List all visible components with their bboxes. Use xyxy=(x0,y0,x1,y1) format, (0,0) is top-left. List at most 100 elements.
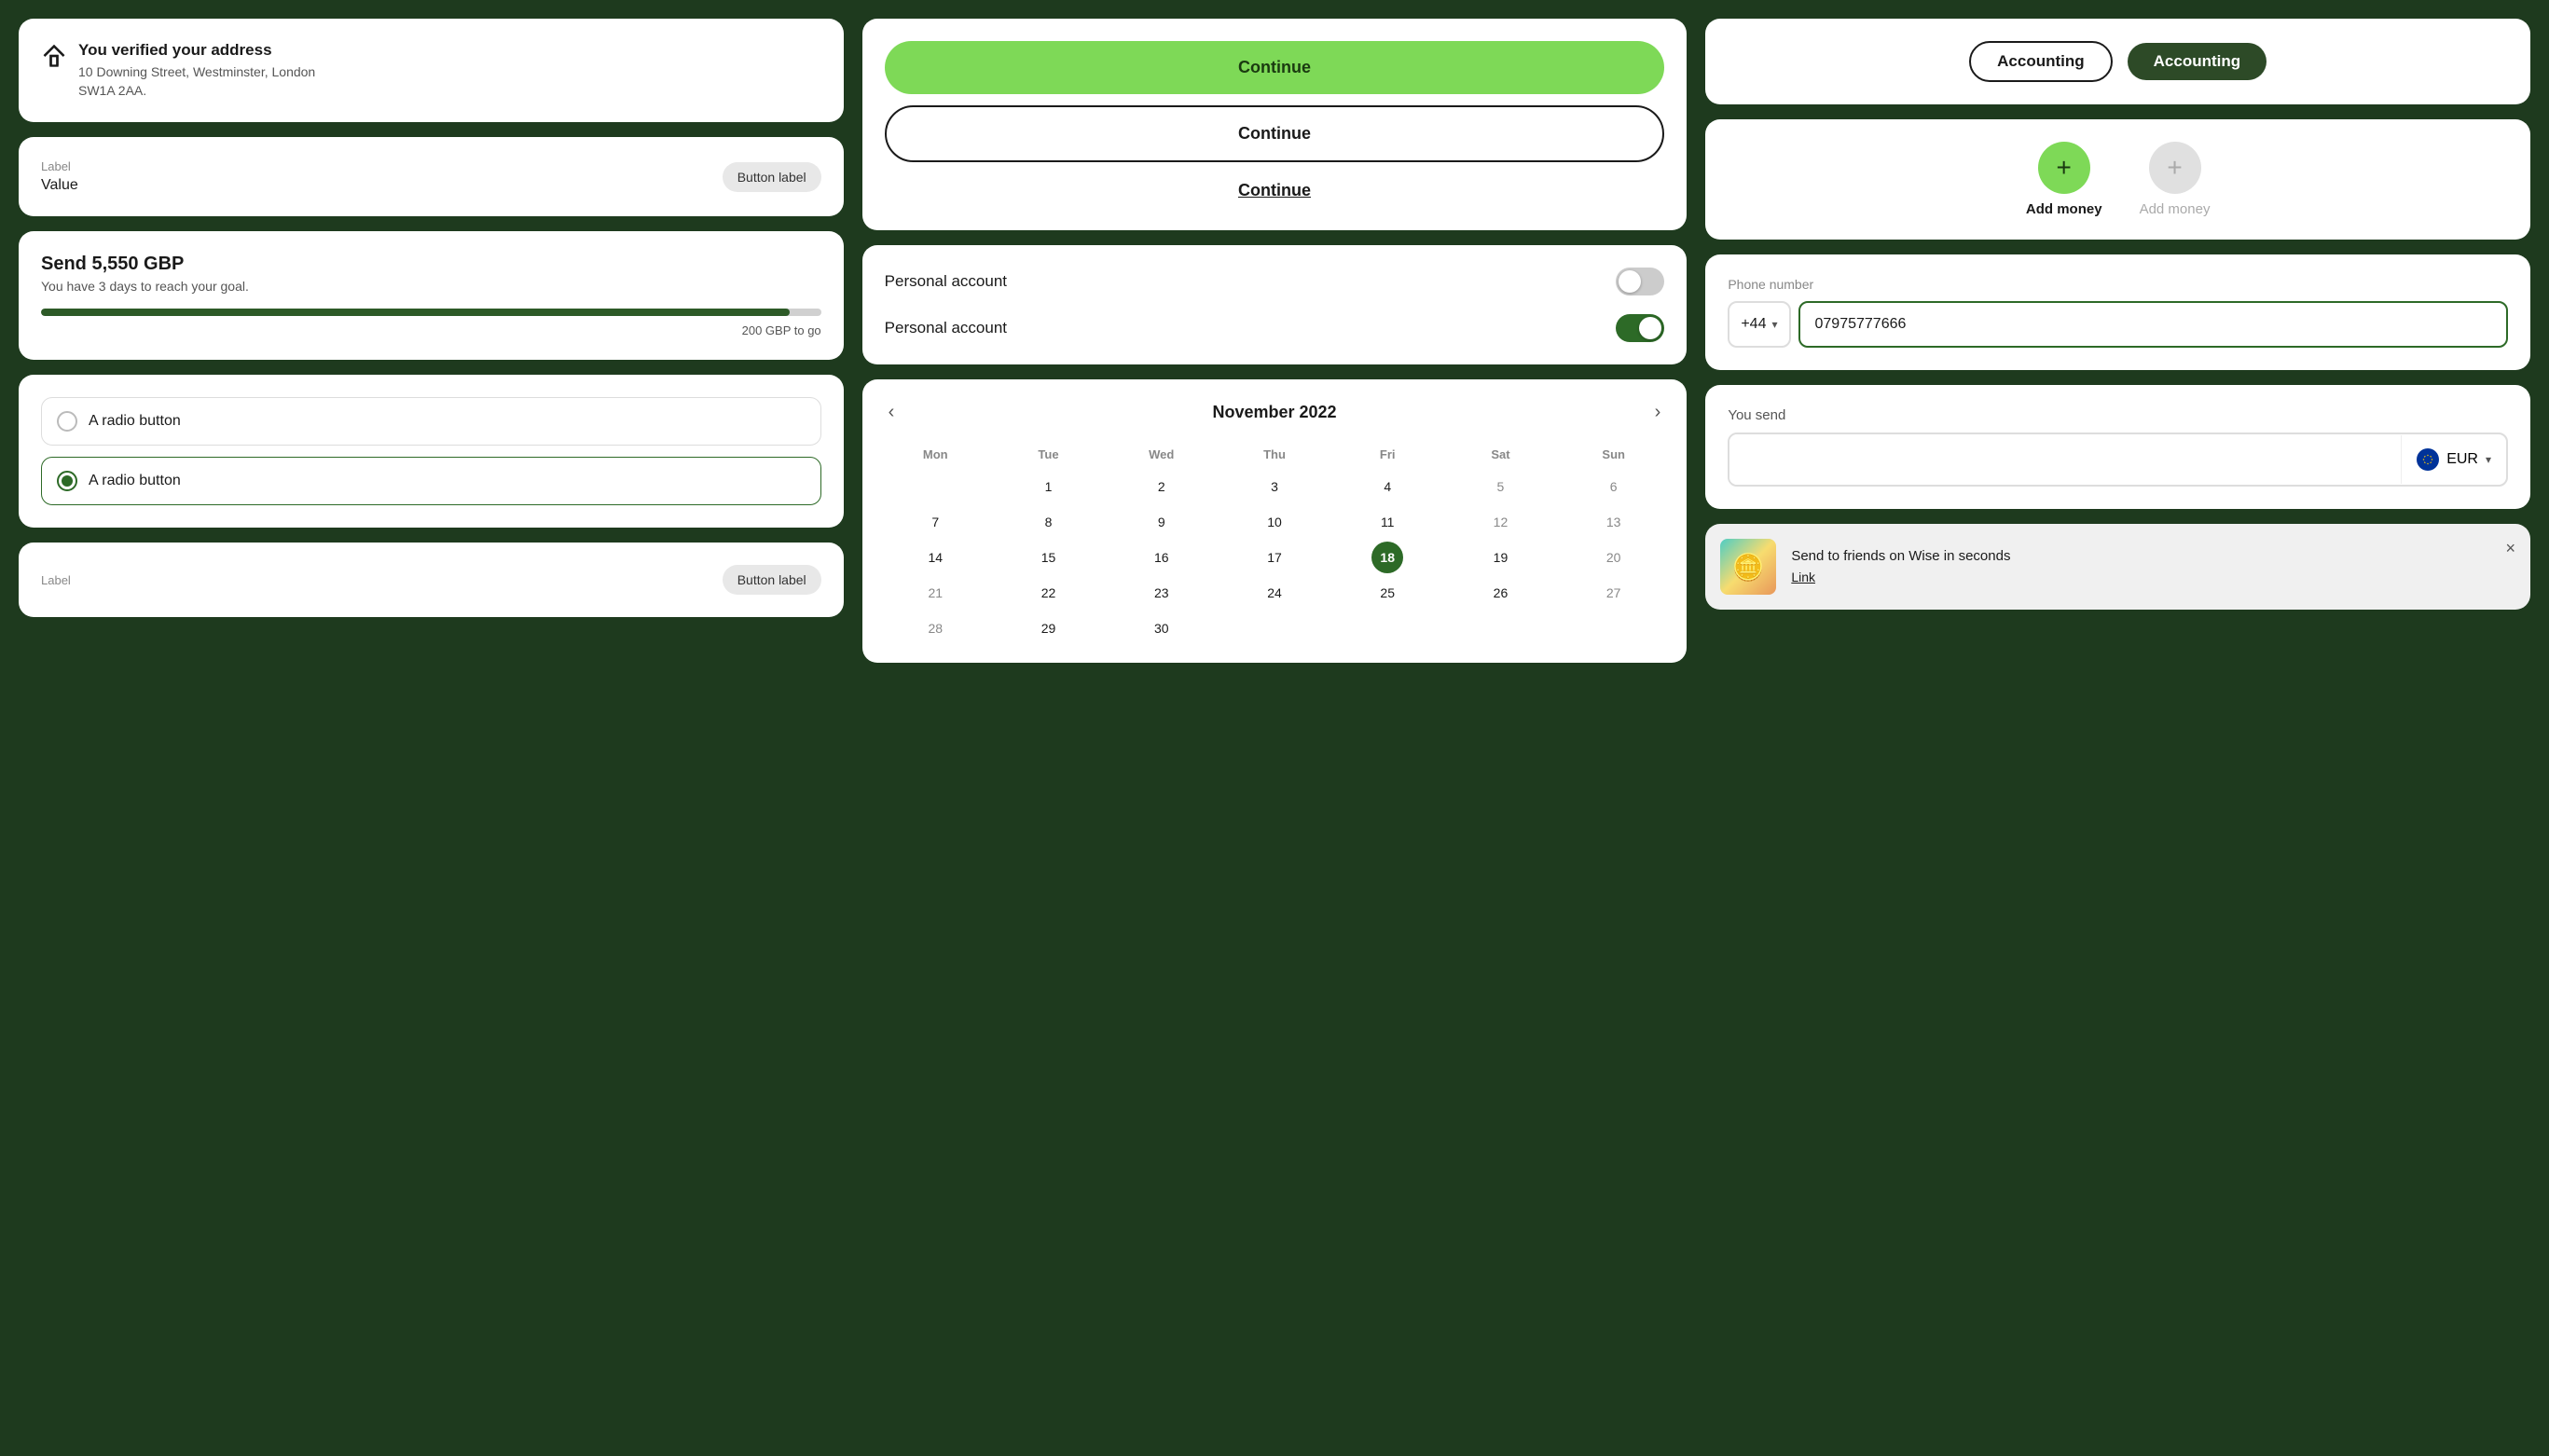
cal-day-3[interactable]: 3 xyxy=(1259,471,1290,502)
cal-header-wed: Wed xyxy=(1107,442,1216,467)
notification-card: 🪙 Send to friends on Wise in seconds Lin… xyxy=(1705,524,2530,610)
cal-day-2[interactable]: 2 xyxy=(1146,471,1178,502)
notification-link[interactable]: Link xyxy=(1791,570,1815,584)
address-title: You verified your address xyxy=(78,41,315,60)
cal-day-28[interactable]: 28 xyxy=(919,612,951,644)
calendar-prev-button[interactable]: ‹ xyxy=(881,398,902,427)
cal-day-empty-4 xyxy=(1484,612,1516,644)
cal-day-25[interactable]: 25 xyxy=(1371,577,1403,609)
you-send-card: You send xyxy=(1705,385,2530,509)
toggle-row-1: Personal account xyxy=(885,268,1665,295)
bottom-button-label-badge[interactable]: Button label xyxy=(723,565,821,595)
button-label-badge[interactable]: Button label xyxy=(723,162,821,192)
currency-selector[interactable]: EUR ▾ xyxy=(2401,435,2506,484)
cal-day-11[interactable]: 11 xyxy=(1371,506,1403,538)
cal-day-8[interactable]: 8 xyxy=(1033,506,1065,538)
add-money-active-item[interactable]: + Add money xyxy=(2026,142,2102,217)
house-icon xyxy=(41,43,67,69)
notification-text: Send to friends on Wise in seconds Link xyxy=(1791,548,2490,586)
progress-label: 200 GBP to go xyxy=(41,323,821,337)
add-money-inactive-label: Add money xyxy=(2140,201,2211,217)
cal-day-5[interactable]: 5 xyxy=(1484,471,1516,502)
toggle-switch-2[interactable] xyxy=(1616,314,1664,342)
cal-day-14[interactable]: 14 xyxy=(919,542,951,573)
continue-button-text[interactable]: Continue xyxy=(885,173,1665,208)
cal-day-6[interactable]: 6 xyxy=(1598,471,1630,502)
add-money-active-icon: + xyxy=(2038,142,2090,194)
toggle-knob-2 xyxy=(1639,317,1661,339)
cal-day-13[interactable]: 13 xyxy=(1598,506,1630,538)
continue-button-outline[interactable]: Continue xyxy=(885,105,1665,162)
progress-bar-container xyxy=(41,309,821,316)
eur-flag-icon xyxy=(2417,448,2439,471)
notification-title: Send to friends on Wise in seconds xyxy=(1791,548,2490,564)
cal-day-7[interactable]: 7 xyxy=(919,506,951,538)
radio-circle-2 xyxy=(57,471,77,491)
notification-image: 🪙 xyxy=(1720,539,1776,595)
radio-circle-1 xyxy=(57,411,77,432)
calendar-card: ‹ November 2022 › Mon Tue Wed Thu Fri Sa… xyxy=(862,379,1688,663)
cal-day-24[interactable]: 24 xyxy=(1259,577,1290,609)
cal-day-empty-3 xyxy=(1371,612,1403,644)
calendar-header: ‹ November 2022 › xyxy=(881,398,1669,427)
cal-day-15[interactable]: 15 xyxy=(1033,542,1065,573)
label-value-card: Label Value Button label xyxy=(19,137,844,216)
continue-button-filled[interactable]: Continue xyxy=(885,41,1665,94)
cal-day-23[interactable]: 23 xyxy=(1146,577,1178,609)
cal-day-27[interactable]: 27 xyxy=(1598,577,1630,609)
cal-day-16[interactable]: 16 xyxy=(1146,542,1178,573)
you-send-label: You send xyxy=(1728,407,2508,423)
currency-chevron-down-icon: ▾ xyxy=(2486,453,2491,466)
cal-day-17[interactable]: 17 xyxy=(1259,542,1290,573)
label-small: Label xyxy=(41,159,78,173)
cal-day-18[interactable]: 18 xyxy=(1371,542,1403,573)
cal-day-22[interactable]: 22 xyxy=(1033,577,1065,609)
amount-input[interactable] xyxy=(1729,434,2401,485)
toggle-row-2: Personal account xyxy=(885,314,1665,342)
cal-day-10[interactable]: 10 xyxy=(1259,506,1290,538)
notification-close-button[interactable]: × xyxy=(2505,539,2515,558)
phone-number-input[interactable] xyxy=(1798,301,2509,348)
add-money-inactive-item[interactable]: + Add money xyxy=(2140,142,2211,217)
currency-code: EUR xyxy=(2446,451,2478,468)
cal-day-19[interactable]: 19 xyxy=(1484,542,1516,573)
cal-day-30[interactable]: 30 xyxy=(1146,612,1178,644)
left-column: You verified your address 10 Downing Str… xyxy=(19,19,844,617)
bottom-label-small: Label xyxy=(41,573,71,587)
cal-day-26[interactable]: 26 xyxy=(1484,577,1516,609)
address-line1: 10 Downing Street, Westminster, London xyxy=(78,63,315,82)
accounting-outline-button[interactable]: Accounting xyxy=(1969,41,2113,82)
cal-day-20[interactable]: 20 xyxy=(1598,542,1630,573)
calendar-title: November 2022 xyxy=(1212,403,1336,422)
add-money-card: + Add money + Add money xyxy=(1705,119,2530,240)
radio-card: A radio button A radio button xyxy=(19,375,844,528)
address-card: You verified your address 10 Downing Str… xyxy=(19,19,844,122)
toggle-label-1: Personal account xyxy=(885,272,1007,291)
radio-option-1[interactable]: A radio button xyxy=(41,397,821,446)
cal-day-empty-2 xyxy=(1259,612,1290,644)
cal-header-sat: Sat xyxy=(1446,442,1555,467)
toggle-switch-1[interactable] xyxy=(1616,268,1664,295)
bottom-label-card: Label Button label xyxy=(19,543,844,617)
cal-day-4[interactable]: 4 xyxy=(1371,471,1403,502)
country-code-selector[interactable]: +44 ▾ xyxy=(1728,301,1790,348)
send-title: Send 5,550 GBP xyxy=(41,254,821,275)
accounting-filled-button[interactable]: Accounting xyxy=(2128,43,2267,80)
radio-option-2[interactable]: A radio button xyxy=(41,457,821,505)
calendar-grid: Mon Tue Wed Thu Fri Sat Sun 1 2 3 4 5 6 … xyxy=(881,442,1669,644)
cal-day-9[interactable]: 9 xyxy=(1146,506,1178,538)
cal-day-21[interactable]: 21 xyxy=(919,577,951,609)
cal-day-12[interactable]: 12 xyxy=(1484,506,1516,538)
calendar-next-button[interactable]: › xyxy=(1647,398,1669,427)
add-money-inactive-icon: + xyxy=(2149,142,2201,194)
right-column: Accounting Accounting + Add money + Add … xyxy=(1705,19,2530,610)
cal-day-1[interactable]: 1 xyxy=(1033,471,1065,502)
send-card: Send 5,550 GBP You have 3 days to reach … xyxy=(19,231,844,360)
currency-input-row: EUR ▾ xyxy=(1728,433,2508,487)
progress-bar-fill xyxy=(41,309,790,316)
toggle-label-2: Personal account xyxy=(885,319,1007,337)
cal-day-29[interactable]: 29 xyxy=(1033,612,1065,644)
phone-label: Phone number xyxy=(1728,277,2508,292)
toggle-knob-1 xyxy=(1619,270,1641,293)
radio-label-2: A radio button xyxy=(89,473,181,489)
